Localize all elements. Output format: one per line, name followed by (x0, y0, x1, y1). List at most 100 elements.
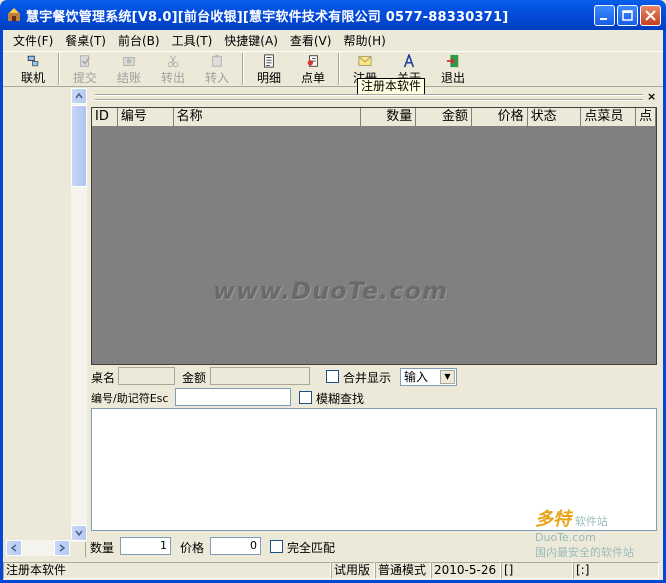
status-bar: 注册本软件 试用版 普通模式 2010-5-26 [] [:] (3, 561, 663, 580)
scroll-down-button[interactable] (71, 525, 87, 541)
column-header-name[interactable]: 名称 (173, 108, 361, 127)
submit-icon (80, 55, 91, 67)
logo-watermark: 多特 软件站 DuoTe.com 国内最安全的软件站 (535, 505, 634, 560)
detail-button[interactable]: 明细 (247, 52, 291, 86)
quantity-label: 数量 (90, 541, 115, 555)
exit-button[interactable]: 退出 (431, 52, 475, 86)
exit-icon (446, 54, 459, 68)
order-button[interactable]: 点单 (291, 52, 335, 86)
menu-bar: 文件(F) 餐桌(T) 前台(B) 工具(T) 快捷键(A) 查看(V) 帮助(… (0, 30, 666, 50)
transfer-out-label: 转出 (160, 71, 185, 85)
fuzzy-search-label: 模糊查找 (316, 392, 365, 406)
paste-icon (212, 54, 222, 67)
panel-close-icon[interactable]: × (647, 90, 656, 103)
column-header-amount[interactable]: 金额 (416, 108, 472, 127)
connect-button[interactable]: 联机 (11, 52, 55, 86)
mode-select[interactable]: 输入 ▼ (400, 368, 457, 386)
chevron-up-icon (75, 93, 83, 99)
exit-label: 退出 (440, 71, 465, 85)
minimize-icon (600, 18, 607, 20)
amount-field (210, 367, 310, 385)
app-icon (6, 7, 22, 23)
left-panel (3, 88, 87, 557)
panel-grip (95, 99, 643, 101)
scroll-up-button[interactable] (71, 88, 87, 104)
checkout-icon (123, 57, 135, 66)
maximize-icon (622, 10, 633, 21)
scroll-left-button[interactable] (6, 540, 22, 556)
dropdown-arrow-icon[interactable]: ▼ (440, 370, 455, 384)
window-title: 慧宇餐饮管理系统[V8.0][前台收银][慧宇软件技术有限公司 0577-883… (26, 9, 509, 25)
watermark-text: www.DuoTe.com (213, 277, 448, 305)
tooltip: 注册本软件 (357, 78, 426, 95)
chevron-down-icon (75, 530, 83, 536)
status-mode: 普通模式 (375, 562, 431, 579)
cut-icon (167, 55, 179, 68)
merge-display-label: 合并显示 (343, 371, 392, 385)
vertical-scrollbar[interactable] (71, 88, 87, 542)
minimize-button[interactable] (594, 5, 615, 26)
column-header-id[interactable]: ID (92, 108, 118, 127)
column-header-qty[interactable]: 数量 (360, 108, 417, 127)
menu-file[interactable]: 文件(F) (7, 32, 59, 49)
checkout-label: 结账 (116, 71, 141, 85)
checkout-button[interactable]: 结账 (107, 52, 151, 86)
status-date: 2010-5-26 (431, 562, 501, 579)
column-header-waiter[interactable]: 点菜员 (581, 108, 637, 127)
menu-shortcut[interactable]: 快捷键(A) (218, 32, 284, 49)
status-field: [] (501, 562, 573, 579)
menu-help[interactable]: 帮助(H) (337, 32, 391, 49)
connect-icon (27, 55, 39, 67)
status-edition: 试用版 (331, 562, 375, 579)
menu-table[interactable]: 餐桌(T) (59, 32, 112, 49)
brand-text: 多特 (535, 509, 571, 530)
column-header-extra[interactable]: 点 (636, 108, 656, 127)
close-icon (645, 10, 656, 21)
fuzzy-search-checkbox[interactable] (299, 391, 312, 404)
column-header-price[interactable]: 价格 (471, 108, 528, 127)
price-input[interactable]: 0 (210, 537, 261, 555)
table-name-field (118, 367, 175, 385)
transfer-in-button[interactable]: 转入 (195, 52, 239, 86)
code-search-label: 编号/助记符Esc (91, 392, 169, 405)
status-time: [:] (573, 562, 659, 579)
maximize-button[interactable] (617, 5, 638, 26)
brand-slogan: 国内最安全的软件站 (535, 546, 634, 559)
submit-label: 提交 (72, 71, 97, 85)
toolbar-separator (58, 53, 60, 85)
title-bar: 慧宇餐饮管理系统[V8.0][前台收银][慧宇软件技术有限公司 0577-883… (0, 0, 666, 30)
menu-front[interactable]: 前台(B) (112, 32, 166, 49)
order-label: 点单 (300, 71, 325, 85)
close-button[interactable] (640, 5, 661, 26)
table-name-label: 桌名 (91, 371, 116, 385)
menu-tools[interactable]: 工具(T) (166, 32, 219, 49)
brand-site: DuoTe.com (535, 531, 596, 544)
toolbar-separator (338, 53, 340, 85)
submit-button[interactable]: 提交 (63, 52, 107, 86)
menu-view[interactable]: 查看(V) (284, 32, 338, 49)
merge-display-checkbox[interactable] (326, 370, 339, 383)
exact-match-checkbox[interactable] (270, 540, 283, 553)
chevron-right-icon (59, 544, 65, 552)
code-search-input[interactable] (175, 388, 291, 406)
amount-label: 金额 (182, 371, 207, 385)
detail-label: 明细 (256, 71, 281, 85)
chevron-left-icon (11, 544, 17, 552)
toolbar: 联机 提交 结账 转出 转入 明细 点单 注册 关于 退出 (3, 51, 663, 87)
status-message: 注册本软件 (3, 562, 331, 579)
panel-grip (95, 94, 643, 96)
toolbar-separator (242, 53, 244, 85)
column-header-code[interactable]: 编号 (117, 108, 174, 127)
column-header-status[interactable]: 状态 (527, 108, 582, 127)
register-icon (358, 56, 372, 66)
scroll-right-button[interactable] (54, 540, 70, 556)
about-icon (403, 54, 415, 68)
scroll-thumb[interactable] (71, 105, 87, 187)
order-grid[interactable]: ID 编号 名称 数量 金额 价格 状态 点菜员 点 (91, 107, 657, 365)
order-icon (307, 55, 318, 67)
quantity-input[interactable]: 1 (120, 537, 171, 555)
transfer-in-label: 转入 (204, 71, 229, 85)
connect-label: 联机 (20, 71, 45, 85)
horizontal-scrollbar[interactable] (6, 540, 70, 556)
transfer-out-button[interactable]: 转出 (151, 52, 195, 86)
